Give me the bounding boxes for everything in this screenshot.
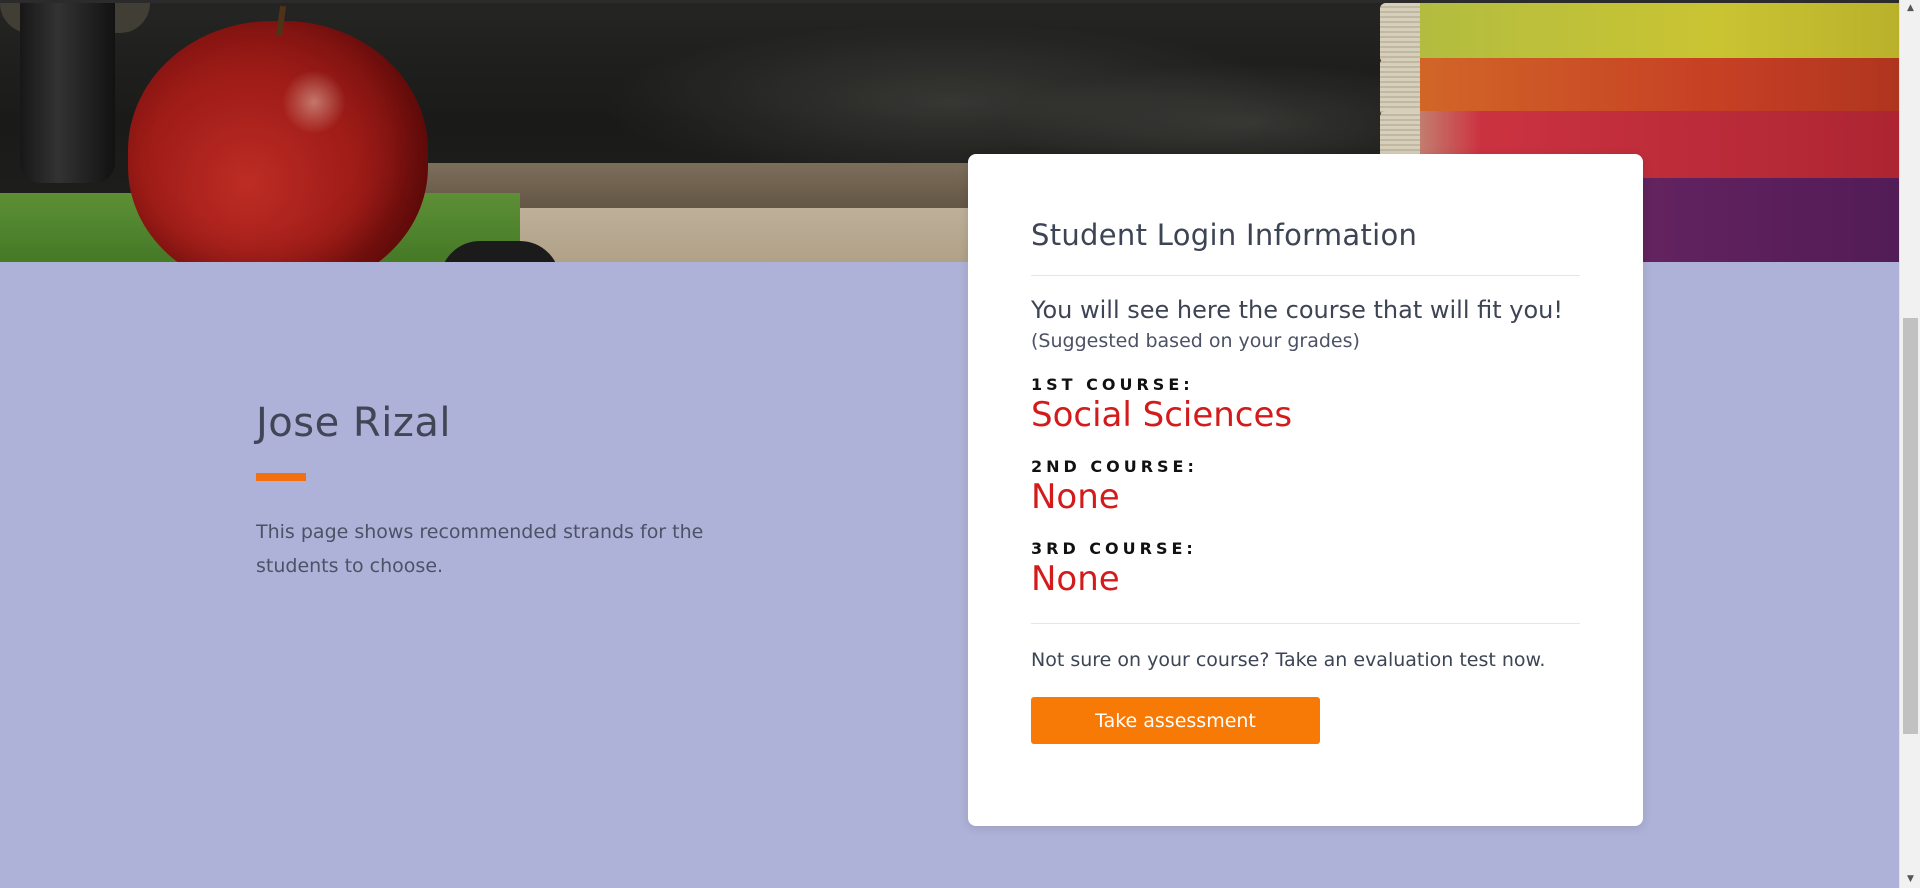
student-profile: Jose Rizal This page shows recommended s… [256, 401, 776, 583]
scroll-up-icon[interactable]: ▲ [1900, 0, 1920, 17]
name-underline [256, 473, 306, 481]
second-course-value: None [1031, 477, 1120, 518]
student-name: Jose Rizal [256, 400, 451, 446]
scrollbar-thumb[interactable] [1903, 318, 1918, 734]
page-description: This page shows recommended strands for … [256, 521, 704, 577]
course-fit-lead: You will see here the course that will f… [1031, 296, 1564, 324]
take-assessment-button[interactable]: Take assessment [1031, 697, 1320, 745]
second-course-label: 2ND COURSE: [1031, 457, 1198, 477]
card-divider-bottom [1031, 623, 1580, 625]
third-course-label: 3RD COURSE: [1031, 539, 1197, 559]
evaluation-prompt: Not sure on your course? Take an evaluat… [1031, 649, 1546, 672]
third-course-value: None [1031, 559, 1120, 600]
student-login-card: Student Login Information You will see h… [968, 154, 1643, 826]
first-course-value: Social Sciences [1031, 395, 1293, 435]
suggestion-note: (Suggested based on your grades) [1031, 330, 1360, 352]
first-course-label: 1ST COURSE: [1031, 375, 1194, 394]
card-title: Student Login Information [1031, 218, 1418, 252]
card-divider-top [1031, 275, 1580, 276]
scroll-down-icon[interactable]: ▼ [1900, 871, 1920, 888]
vertical-scrollbar[interactable]: ▲ ▼ [1899, 0, 1920, 888]
page-viewport: Jose Rizal This page shows recommended s… [0, 0, 1899, 888]
